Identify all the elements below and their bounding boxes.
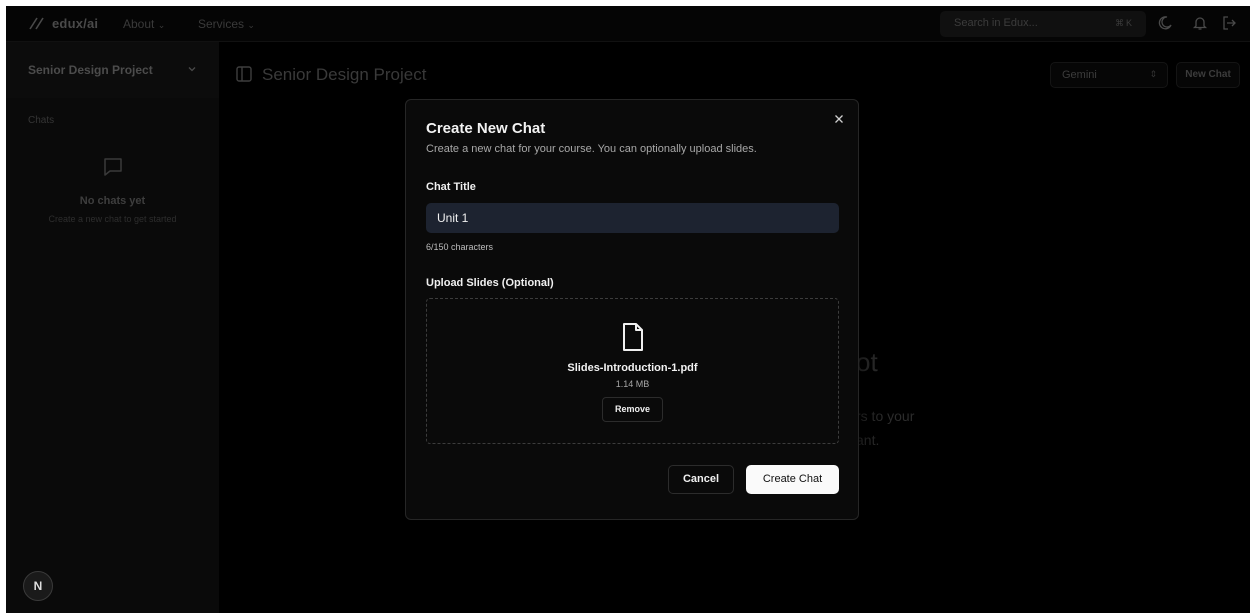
nav-services-label: Services xyxy=(198,17,245,31)
search-input[interactable]: Search in Edux... ⌘K xyxy=(940,11,1146,37)
dialog-description: Create a new chat for your course. You c… xyxy=(426,143,757,155)
search-shortcut: ⌘K xyxy=(1114,18,1134,28)
model-select[interactable]: Gemini ⇕ xyxy=(1050,62,1168,88)
top-nav: edux/ai About ⌄ Services ⌄ Search in Edu… xyxy=(6,6,1250,42)
chevron-up-down-icon: ⇕ xyxy=(1149,69,1157,79)
logo[interactable]: edux/ai xyxy=(28,15,98,31)
cancel-button[interactable]: Cancel xyxy=(668,465,734,494)
chats-section-label: Chats xyxy=(28,115,55,126)
chat-title-label: Chat Title xyxy=(426,181,476,193)
background-heading-fragment: ot xyxy=(856,347,878,377)
app-frame: edux/ai About ⌄ Services ⌄ Search in Edu… xyxy=(6,6,1250,613)
dialog-title: Create New Chat xyxy=(426,120,546,137)
model-select-value: Gemini xyxy=(1062,69,1097,81)
file-icon xyxy=(623,323,643,351)
chevron-down-icon: ⌄ xyxy=(247,20,255,30)
project-name: Senior Design Project xyxy=(28,63,153,77)
uploaded-file-name: Slides-Introduction-1.pdf xyxy=(567,362,698,374)
bell-icon[interactable] xyxy=(1191,14,1209,32)
chevron-down-icon xyxy=(188,67,196,72)
close-icon[interactable] xyxy=(832,112,846,126)
nav-about-label: About xyxy=(123,17,155,31)
empty-state-title: No chats yet xyxy=(79,195,146,207)
page-title: Senior Design Project xyxy=(262,65,427,84)
avatar[interactable]: N xyxy=(23,571,53,601)
sidebar: Senior Design Project Chats No chats yet… xyxy=(6,42,219,613)
remove-file-button[interactable]: Remove xyxy=(602,397,663,422)
theme-toggle-icon[interactable] xyxy=(1156,14,1174,32)
create-chat-dialog: Create New Chat Create a new chat for yo… xyxy=(405,99,859,520)
logo-slashes-icon xyxy=(29,17,44,30)
project-selector[interactable]: Senior Design Project xyxy=(6,42,219,98)
create-chat-button[interactable]: Create Chat xyxy=(746,465,839,494)
upload-slides-label: Upload Slides (Optional) xyxy=(426,277,554,289)
search-placeholder: Search in Edux... xyxy=(954,17,1038,29)
nav-about[interactable]: About ⌄ xyxy=(123,17,165,31)
background-text-fragment: rs to your xyxy=(856,408,915,424)
chevron-down-icon: ⌄ xyxy=(157,20,166,30)
upload-dropzone[interactable]: Slides-Introduction-1.pdf 1.14 MB Remove xyxy=(426,298,839,444)
new-chat-button[interactable]: New Chat xyxy=(1176,62,1240,88)
message-square-icon xyxy=(104,158,122,176)
empty-state-subtitle: Create a new chat to get started xyxy=(48,214,177,224)
nav-services[interactable]: Services ⌄ xyxy=(198,17,255,31)
chat-title-input[interactable] xyxy=(426,203,839,233)
uploaded-file-size: 1.14 MB xyxy=(615,379,650,389)
sidebar-toggle-icon[interactable] xyxy=(235,65,253,83)
background-text-fragment: ant. xyxy=(856,432,880,448)
logout-icon[interactable] xyxy=(1220,14,1238,32)
character-counter: 6/150 characters xyxy=(426,242,494,252)
logo-text: edux/ai xyxy=(52,15,99,31)
